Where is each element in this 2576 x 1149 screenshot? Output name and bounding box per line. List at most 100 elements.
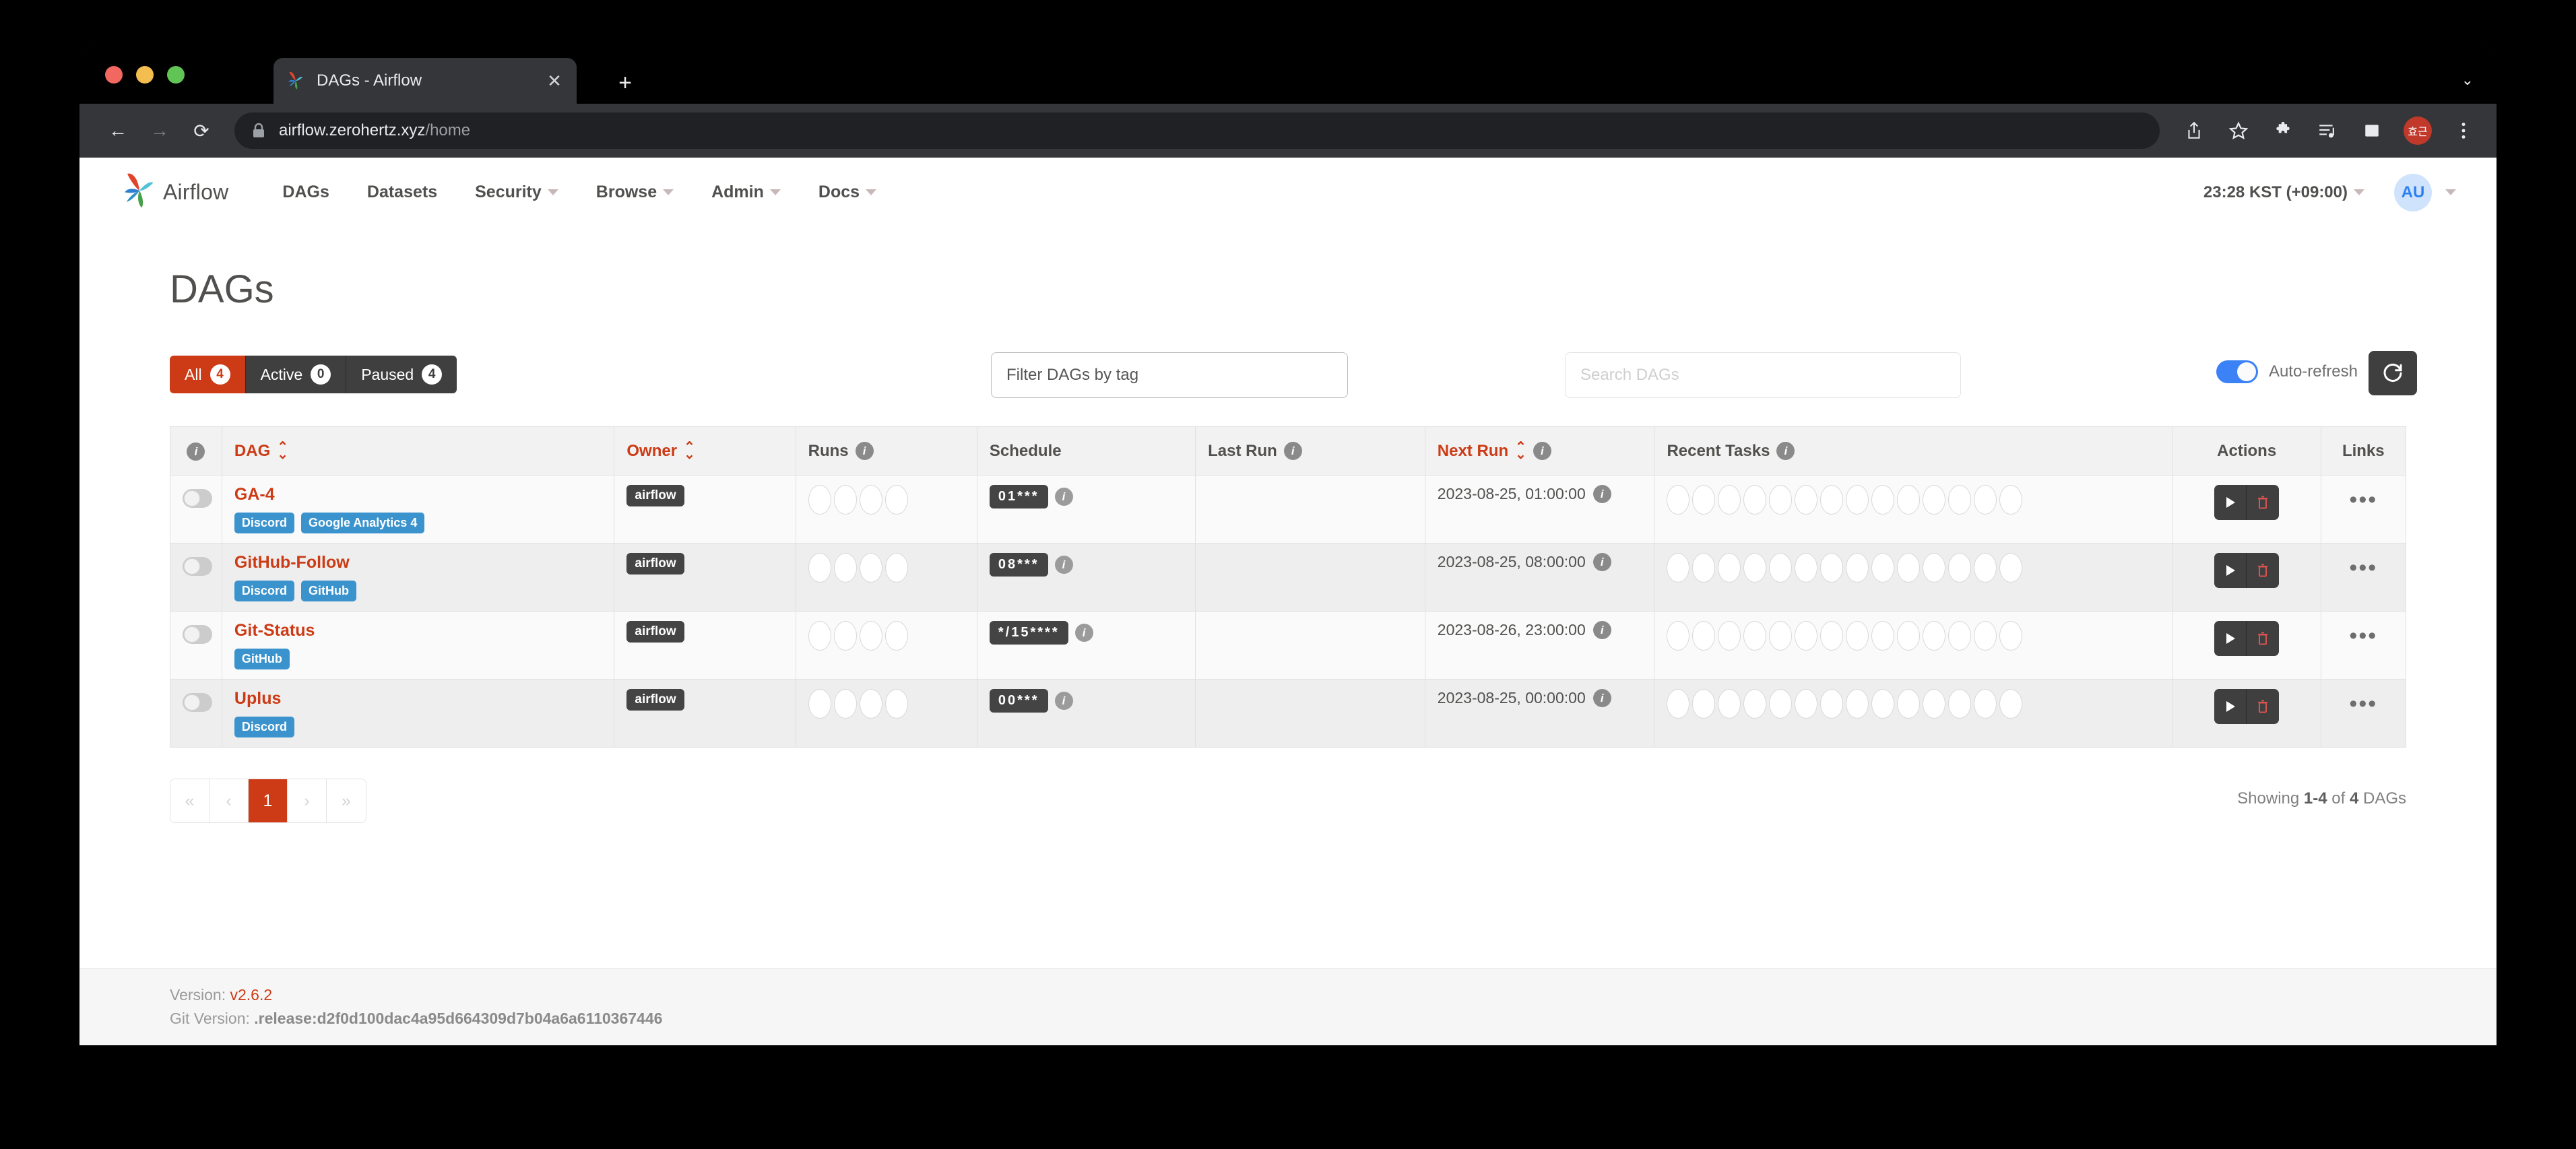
task-state-circle[interactable] (1718, 485, 1741, 515)
close-window-button[interactable] (105, 66, 123, 84)
filter-all-button[interactable]: All 4 (170, 356, 246, 393)
task-state-circle[interactable] (1769, 485, 1793, 515)
last-page-button[interactable]: » (327, 779, 366, 822)
task-state-circle[interactable] (1692, 689, 1716, 719)
task-state-circle[interactable] (1795, 485, 1818, 515)
owner-badge[interactable]: airflow (626, 485, 684, 506)
task-state-circle[interactable] (1769, 689, 1793, 719)
task-state-circle[interactable] (833, 689, 857, 719)
task-state-circle[interactable] (1820, 621, 1844, 651)
task-state-circle[interactable] (1667, 689, 1690, 719)
dag-name-link[interactable]: GitHub-Follow (234, 553, 602, 572)
task-state-circle[interactable] (1692, 621, 1716, 651)
info-icon[interactable]: i (1592, 553, 1611, 571)
task-state-circle[interactable] (1692, 553, 1716, 583)
task-state-circle[interactable] (1897, 689, 1921, 719)
task-state-circle[interactable] (1974, 485, 1997, 515)
task-state-circle[interactable] (884, 621, 908, 651)
share-icon[interactable] (2181, 118, 2207, 143)
info-icon[interactable]: i (1074, 624, 1093, 642)
task-state-circle[interactable] (1897, 485, 1921, 515)
info-icon[interactable]: i (1054, 488, 1073, 506)
delete-dag-button[interactable] (2247, 485, 2280, 520)
dag-tag[interactable]: Discord (234, 513, 294, 533)
plus-icon[interactable]: + (612, 70, 639, 97)
dag-pause-toggle[interactable] (183, 489, 212, 508)
info-icon[interactable]: i (1776, 442, 1795, 460)
task-state-circle[interactable] (1820, 485, 1844, 515)
task-state-circle[interactable] (1743, 485, 1767, 515)
info-icon[interactable]: i (1592, 621, 1611, 639)
task-state-circle[interactable] (833, 485, 857, 515)
task-state-circle[interactable] (1718, 621, 1741, 651)
task-state-circle[interactable] (1999, 553, 2023, 583)
task-state-circle[interactable] (1743, 553, 1767, 583)
task-state-circle[interactable] (1948, 553, 1972, 583)
task-state-circle[interactable] (1820, 553, 1844, 583)
reload-icon[interactable]: ⟳ (183, 112, 220, 149)
task-state-circle[interactable] (1948, 621, 1972, 651)
task-state-circle[interactable] (1769, 621, 1793, 651)
info-icon[interactable]: i (187, 442, 205, 461)
nav-item-security[interactable]: Security (456, 183, 577, 202)
extensions-puzzle-icon[interactable] (2270, 118, 2296, 143)
dag-tag[interactable]: GitHub (300, 581, 356, 601)
links-more-button[interactable]: ••• (2333, 621, 2393, 651)
task-state-circle[interactable] (1743, 689, 1767, 719)
trigger-dag-button[interactable] (2214, 485, 2247, 520)
refresh-button[interactable] (2369, 351, 2417, 395)
header-next-run[interactable]: Next Run ⌃ ⌄ i (1425, 426, 1655, 475)
task-state-circle[interactable] (1667, 553, 1690, 583)
delete-dag-button[interactable] (2247, 621, 2280, 656)
airflow-brand[interactable]: Airflow (119, 170, 228, 215)
task-state-circle[interactable] (1718, 689, 1741, 719)
task-state-circle[interactable] (1999, 621, 2023, 651)
task-state-circle[interactable] (1769, 553, 1793, 583)
chevron-down-icon[interactable]: ⌄ (2461, 71, 2474, 89)
tag-filter-input[interactable] (991, 352, 1348, 398)
task-state-circle[interactable] (833, 553, 857, 583)
dag-name-link[interactable]: GA-4 (234, 485, 602, 504)
minimize-window-button[interactable] (136, 66, 154, 84)
header-dag[interactable]: DAG ⌃ ⌄ (222, 426, 615, 475)
task-state-circle[interactable] (1923, 485, 1946, 515)
media-list-icon[interactable] (2315, 118, 2340, 143)
task-state-circle[interactable] (859, 621, 882, 651)
close-icon[interactable]: ✕ (543, 69, 566, 92)
dag-tag[interactable]: Discord (234, 717, 294, 737)
star-icon[interactable] (2226, 118, 2251, 143)
links-more-button[interactable]: ••• (2333, 553, 2393, 583)
task-state-circle[interactable] (859, 689, 882, 719)
task-state-circle[interactable] (1871, 553, 1895, 583)
task-state-circle[interactable] (1871, 689, 1895, 719)
address-bar[interactable]: airflow.zerohertz.xyz/home (234, 112, 2160, 149)
task-state-circle[interactable] (1948, 689, 1972, 719)
dag-pause-toggle[interactable] (183, 625, 212, 644)
task-state-circle[interactable] (1999, 689, 2023, 719)
task-state-circle[interactable] (808, 689, 831, 719)
dag-pause-toggle[interactable] (183, 557, 212, 576)
nav-item-browse[interactable]: Browse (577, 183, 693, 202)
back-arrow-icon[interactable]: ← (100, 112, 136, 149)
task-state-circle[interactable] (1999, 485, 2023, 515)
task-state-circle[interactable] (1974, 553, 1997, 583)
task-state-circle[interactable] (1923, 553, 1946, 583)
owner-badge[interactable]: airflow (626, 689, 684, 711)
task-state-circle[interactable] (1846, 553, 1869, 583)
task-state-circle[interactable] (1923, 621, 1946, 651)
cron-badge[interactable]: 08*** (989, 553, 1048, 577)
task-state-circle[interactable] (1846, 621, 1869, 651)
info-icon[interactable]: i (1592, 689, 1611, 707)
forward-arrow-icon[interactable]: → (141, 112, 178, 149)
delete-dag-button[interactable] (2247, 689, 2280, 724)
dag-tag[interactable]: Discord (234, 581, 294, 601)
task-state-circle[interactable] (1948, 485, 1972, 515)
side-panel-icon[interactable] (2359, 118, 2385, 143)
task-state-circle[interactable] (1974, 689, 1997, 719)
dag-tag[interactable]: GitHub (234, 649, 290, 669)
owner-badge[interactable]: airflow (626, 621, 684, 643)
task-state-circle[interactable] (1718, 553, 1741, 583)
info-icon[interactable]: i (855, 442, 874, 460)
avatar[interactable]: AU (2394, 173, 2432, 211)
cron-badge[interactable]: 01*** (989, 485, 1048, 508)
